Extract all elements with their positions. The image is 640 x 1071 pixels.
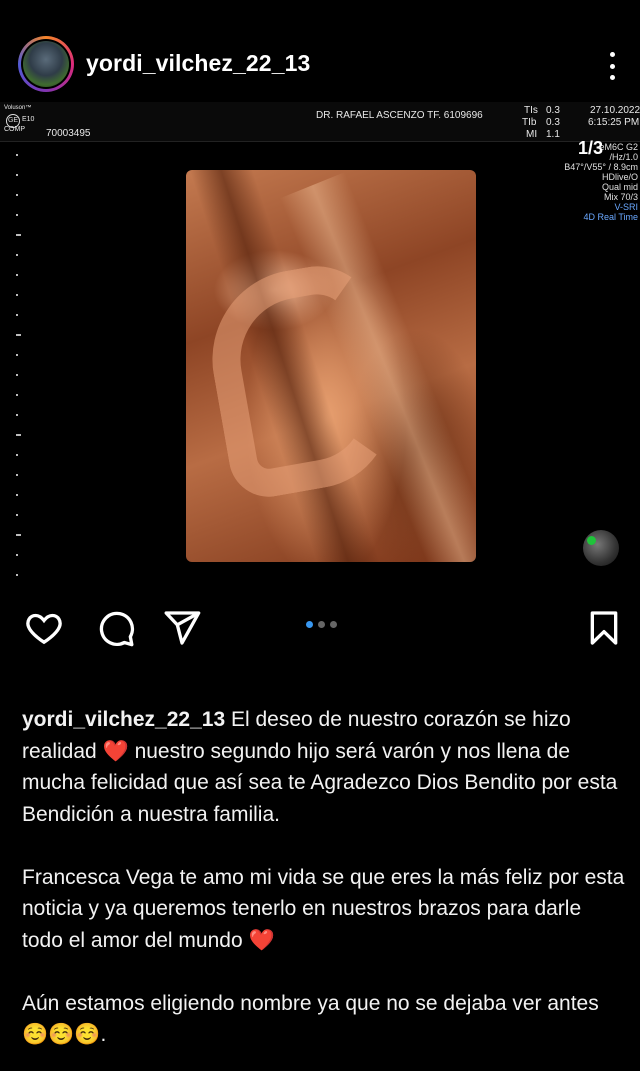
carousel-dot [330, 621, 337, 628]
post-actions [0, 600, 640, 656]
red-heart-emoji: ❤️ [248, 928, 275, 952]
scan-time: 6:15:25 PM [588, 117, 640, 128]
comment-bubble-icon[interactable] [96, 608, 136, 648]
probe-orientation-icon [583, 530, 619, 566]
caption-paragraph: Aún estamos eligiendo nombre ya que no s… [22, 988, 626, 1051]
carousel-dot [318, 621, 325, 628]
param-line: V-SRI [614, 202, 638, 212]
post-media[interactable]: Voluson™ GE E10 COMP 70003495 DR. RAFAEL… [0, 102, 640, 592]
post-header: yordi_vilchez_22_13 [0, 30, 640, 100]
caption-text: Aún estamos eligiendo nombre ya que no s… [22, 991, 599, 1015]
ultrasound-image [186, 170, 476, 562]
mi-label: MI [526, 129, 538, 140]
heart-outline-icon[interactable] [24, 608, 64, 648]
param-line: Mix 70/3 [603, 192, 638, 202]
tis-label: TIs [524, 105, 538, 116]
image-counter: 1/3 [578, 138, 604, 158]
tis-value: 0.3 [546, 105, 560, 116]
username[interactable]: yordi_vilchez_22_13 [86, 50, 310, 77]
avatar[interactable] [18, 36, 74, 92]
post-caption: yordi_vilchez_22_13 El deseo de nuestro … [22, 704, 626, 1071]
carousel-dot [306, 621, 313, 628]
param-line: Qual mid [601, 182, 638, 192]
patient-id: 70003495 [46, 128, 91, 139]
red-heart-emoji: ❤️ [102, 739, 129, 763]
paper-plane-icon[interactable] [162, 608, 202, 648]
caption-paragraph: Francesca Vega te amo mi vida se que ere… [22, 862, 626, 957]
brand-model: E10 [22, 116, 35, 123]
ultrasound-header: Voluson™ GE E10 COMP 70003495 DR. RAFAEL… [0, 102, 640, 142]
caption-text: Francesca Vega te amo mi vida se que ere… [22, 865, 625, 952]
doctor-info: DR. RAFAEL ASCENZO TF. 6109696 [316, 110, 483, 121]
depth-scale [16, 154, 22, 592]
param-line: B47°/V55° / 8.9cm [564, 162, 638, 172]
tib-label: TIb [522, 117, 537, 128]
tib-value: 0.3 [546, 117, 560, 128]
param-line: 4D Real Time [583, 212, 638, 222]
avatar-image [23, 41, 69, 87]
bookmark-icon[interactable] [584, 608, 624, 648]
more-vertical-icon[interactable] [603, 52, 621, 80]
brand-top: Voluson™ [4, 105, 32, 111]
scan-date: 27.10.2022 [590, 105, 640, 116]
caption-text: . [100, 1023, 107, 1046]
caption-username[interactable]: yordi_vilchez_22_13 [22, 708, 225, 731]
brand-comp: COMP [4, 126, 25, 133]
caption-paragraph: yordi_vilchez_22_13 El deseo de nuestro … [22, 704, 626, 830]
param-line: HDlive/O [601, 172, 638, 182]
smiling-emoji: ☺️☺️☺️ [22, 1023, 101, 1046]
carousel-indicator [306, 621, 337, 628]
mi-value: 1.1 [546, 129, 560, 140]
